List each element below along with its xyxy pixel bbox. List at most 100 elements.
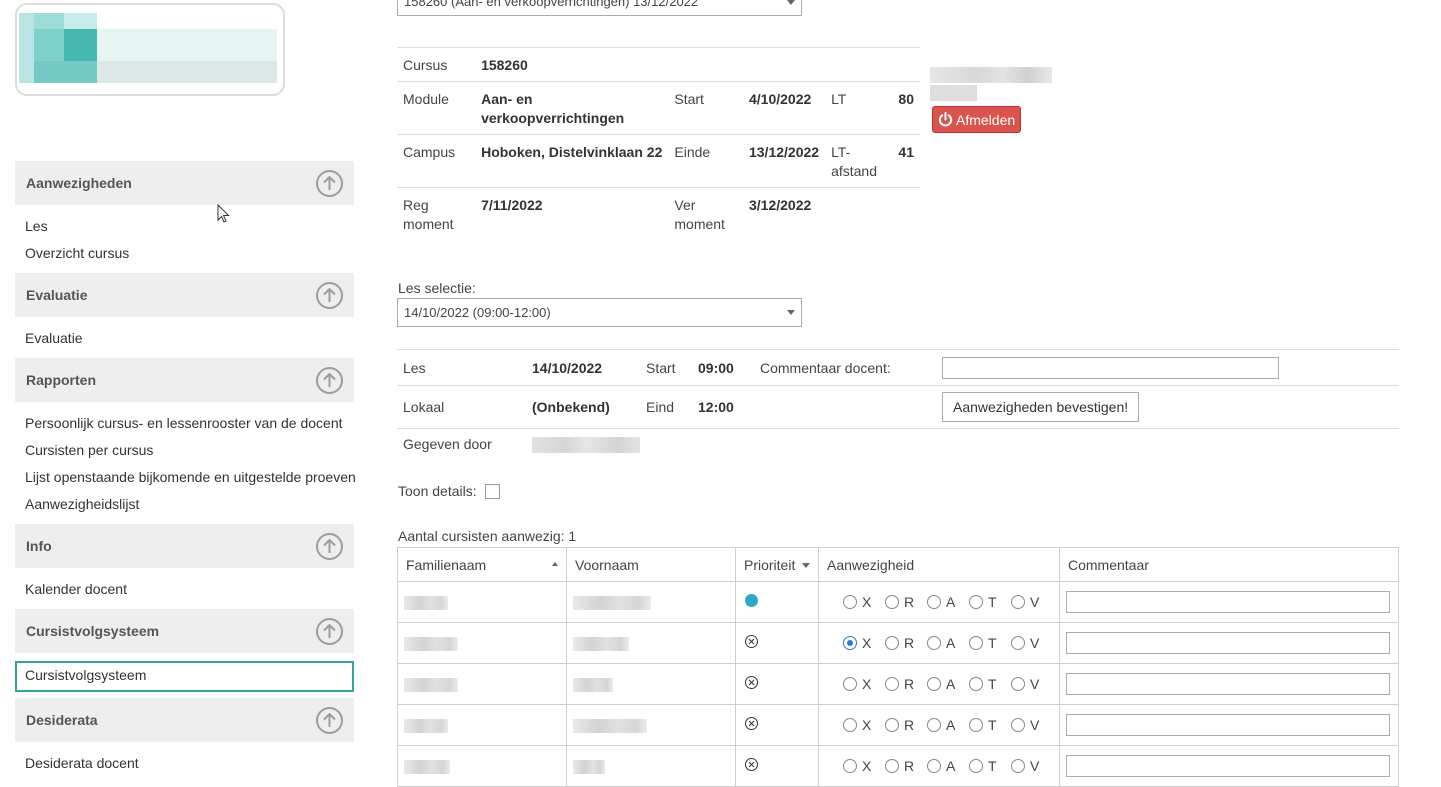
- commentaar-docent-input[interactable]: [942, 356, 1279, 379]
- sidebar-item-evaluatie[interactable]: Evaluatie: [15, 325, 354, 352]
- collapse-up-icon[interactable]: [316, 618, 343, 645]
- label-cursus: Cursus: [397, 47, 476, 82]
- attendance-option-r[interactable]: R: [885, 594, 927, 610]
- attendance-option-a[interactable]: A: [927, 676, 969, 692]
- attendance-radio[interactable]: [969, 759, 983, 773]
- sidebar-item-aanwezigheidslijst[interactable]: Aanwezigheidslijst: [15, 491, 354, 518]
- attendance-radio[interactable]: [1011, 718, 1025, 732]
- attendance-option-x[interactable]: X: [843, 676, 885, 692]
- sidebar-item-les[interactable]: Les: [15, 213, 354, 240]
- collapse-up-icon[interactable]: [316, 533, 343, 560]
- confirm-attendance-button[interactable]: Aanwezigheden bevestigen!: [942, 392, 1140, 422]
- attendance-radio[interactable]: [1011, 636, 1025, 650]
- collapse-up-icon[interactable]: [316, 367, 343, 394]
- sidebar-item-openstaande-proeven[interactable]: Lijst openstaande bijkomende en uitgeste…: [15, 464, 356, 491]
- attendance-option-x[interactable]: X: [843, 758, 885, 774]
- attendance-radio[interactable]: [927, 636, 941, 650]
- attendance-option-v[interactable]: V: [1011, 758, 1053, 774]
- attendance-option-t[interactable]: T: [969, 635, 1011, 651]
- attendance-radio[interactable]: [843, 636, 857, 650]
- logout-button[interactable]: Afmelden: [932, 106, 1021, 133]
- commentaar-input[interactable]: [1066, 755, 1390, 777]
- course-select[interactable]: 158260 (Aan- en verkoopverrichtingen) 13…: [397, 0, 802, 16]
- commentaar-input[interactable]: [1066, 673, 1390, 695]
- attendance-option-x[interactable]: X: [843, 717, 885, 733]
- attendance-radio[interactable]: [1011, 677, 1025, 691]
- les-select-value: 14/10/2022 (09:00-12:00): [404, 305, 551, 320]
- attendance-option-a[interactable]: A: [927, 758, 969, 774]
- sidebar-item-overzicht-cursus[interactable]: Overzicht cursus: [15, 240, 354, 267]
- attendance-option-r[interactable]: R: [885, 758, 927, 774]
- voornaam-blurred: [573, 719, 647, 734]
- attendance-radio[interactable]: [885, 595, 899, 609]
- attendance-option-x[interactable]: X: [843, 594, 885, 610]
- familienaam-blurred: [404, 637, 458, 652]
- chevron-down-icon: [787, 0, 795, 5]
- sidebar-section-aanwezigheden[interactable]: Aanwezigheden: [15, 161, 354, 205]
- attendance-radio[interactable]: [927, 677, 941, 691]
- priority-x-circle-icon: [745, 635, 758, 648]
- sidebar-section-cursistvolgsysteem[interactable]: Cursistvolgsysteem: [15, 609, 354, 653]
- attendance-radio[interactable]: [927, 759, 941, 773]
- attendance-option-t[interactable]: T: [969, 758, 1011, 774]
- collapse-up-icon[interactable]: [316, 707, 343, 734]
- sidebar-section-info[interactable]: Info: [15, 524, 354, 568]
- column-header-voornaam[interactable]: Voornaam: [566, 547, 736, 582]
- attendance-option-label: R: [904, 594, 915, 610]
- attendance-radio[interactable]: [885, 636, 899, 650]
- sidebar-item-kalender-docent[interactable]: Kalender docent: [15, 576, 354, 603]
- attendance-radio[interactable]: [885, 759, 899, 773]
- attendance-radio[interactable]: [969, 718, 983, 732]
- attendance-option-x[interactable]: X: [843, 635, 885, 651]
- cell-prioriteit: [735, 704, 819, 746]
- attendance-radio[interactable]: [843, 677, 857, 691]
- attendance-option-label: A: [946, 676, 956, 692]
- attendance-radio[interactable]: [969, 636, 983, 650]
- attendance-radio[interactable]: [927, 595, 941, 609]
- sidebar-item-cursistvolgsysteem[interactable]: Cursistvolgsysteem: [15, 661, 354, 692]
- attendance-option-r[interactable]: R: [885, 717, 927, 733]
- cell-commentaar: [1059, 622, 1399, 664]
- attendance-option-a[interactable]: A: [927, 635, 969, 651]
- column-header-aanwezigheid[interactable]: Aanwezigheid: [818, 547, 1060, 582]
- attendance-radio[interactable]: [885, 677, 899, 691]
- commentaar-input[interactable]: [1066, 714, 1390, 736]
- sidebar-item-desiderata-docent[interactable]: Desiderata docent: [15, 750, 354, 777]
- sidebar-item-cursisten-per-cursus[interactable]: Cursisten per cursus: [15, 437, 354, 464]
- attendance-radio[interactable]: [843, 759, 857, 773]
- attendance-option-r[interactable]: R: [885, 676, 927, 692]
- attendance-radio[interactable]: [885, 718, 899, 732]
- collapse-up-icon[interactable]: [316, 282, 343, 309]
- column-header-familienaam[interactable]: Familienaam: [397, 547, 567, 582]
- column-header-commentaar[interactable]: Commentaar: [1059, 547, 1399, 582]
- attendance-option-v[interactable]: V: [1011, 635, 1053, 651]
- attendance-option-t[interactable]: T: [969, 717, 1011, 733]
- attendance-option-a[interactable]: A: [927, 594, 969, 610]
- sidebar-item-lessenrooster[interactable]: Persoonlijk cursus- en lessenrooster van…: [15, 410, 354, 437]
- section-title: Cursistvolgsysteem: [26, 623, 160, 639]
- attendance-radio[interactable]: [927, 718, 941, 732]
- toon-details-checkbox[interactable]: [484, 483, 500, 499]
- commentaar-input[interactable]: [1066, 591, 1390, 613]
- attendance-option-t[interactable]: T: [969, 676, 1011, 692]
- les-select[interactable]: 14/10/2022 (09:00-12:00): [397, 298, 802, 327]
- sidebar-section-evaluatie[interactable]: Evaluatie: [15, 273, 354, 317]
- attendance-option-v[interactable]: V: [1011, 676, 1053, 692]
- collapse-up-icon[interactable]: [316, 170, 343, 197]
- attendance-option-v[interactable]: V: [1011, 594, 1053, 610]
- sidebar-section-rapporten[interactable]: Rapporten: [15, 358, 354, 402]
- attendance-radio[interactable]: [969, 595, 983, 609]
- attendance-option-v[interactable]: V: [1011, 717, 1053, 733]
- attendance-option-a[interactable]: A: [927, 717, 969, 733]
- attendance-radio[interactable]: [1011, 759, 1025, 773]
- attendance-radio[interactable]: [1011, 595, 1025, 609]
- attendance-option-label: X: [862, 676, 872, 692]
- commentaar-input[interactable]: [1066, 632, 1390, 654]
- column-header-prioriteit[interactable]: Prioriteit: [735, 547, 819, 582]
- attendance-radio[interactable]: [969, 677, 983, 691]
- attendance-option-r[interactable]: R: [885, 635, 927, 651]
- attendance-option-t[interactable]: T: [969, 594, 1011, 610]
- attendance-radio[interactable]: [843, 718, 857, 732]
- attendance-radio[interactable]: [843, 595, 857, 609]
- sidebar-section-desiderata[interactable]: Desiderata: [15, 698, 354, 742]
